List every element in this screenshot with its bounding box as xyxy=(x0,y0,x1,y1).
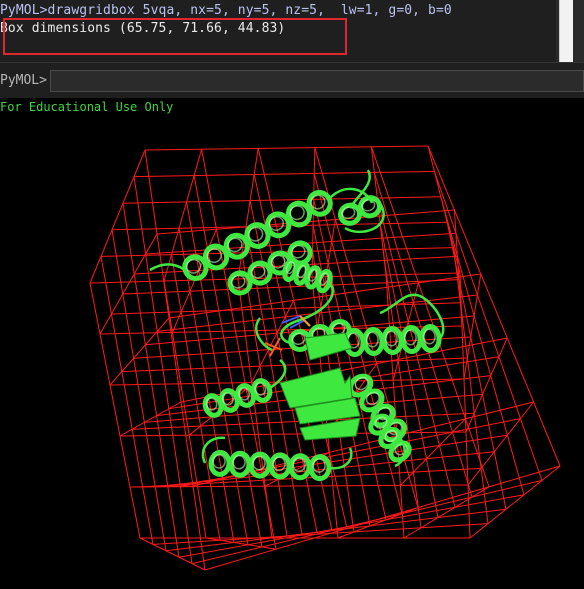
grid-line xyxy=(193,175,263,548)
grid-line xyxy=(133,176,193,564)
grid-box xyxy=(89,145,561,571)
grid-line xyxy=(237,148,259,280)
alpha-helix xyxy=(343,324,442,357)
grid-line xyxy=(205,537,277,550)
molecular-viewport[interactable]: For Educational Use Only xyxy=(0,98,584,589)
console-scrollbar[interactable] xyxy=(556,0,584,62)
grid-line xyxy=(122,196,441,204)
grid-line xyxy=(446,222,507,510)
grid-line xyxy=(111,229,167,551)
grid-line xyxy=(144,145,429,151)
grid-line xyxy=(152,523,489,545)
pymol-window: PyMOL>drawgridbox 5vqa, nx=5, ny=5, nz=5… xyxy=(0,0,584,589)
grid-line xyxy=(337,507,419,539)
grid-line xyxy=(133,170,435,178)
grid-line xyxy=(100,256,154,545)
grid-line xyxy=(382,249,422,528)
grid-line xyxy=(99,233,158,335)
grid-line xyxy=(204,465,561,571)
ligand-bond xyxy=(269,337,281,357)
grid-line xyxy=(163,149,203,282)
grid-line xyxy=(111,302,461,315)
scrollbar-thumb[interactable] xyxy=(559,0,573,62)
grid-line xyxy=(465,337,508,433)
command-input[interactable] xyxy=(50,70,584,92)
prompt-label: PyMOL> xyxy=(0,73,47,88)
grid-line xyxy=(427,145,461,274)
alpha-helix xyxy=(337,195,382,226)
grid-line xyxy=(440,196,525,495)
watermark-text: For Educational Use Only xyxy=(0,100,174,114)
molecule-scene xyxy=(89,145,561,571)
grid-line xyxy=(144,149,206,571)
grid-line xyxy=(89,282,141,539)
console-output-line: Box dimensions (65.75, 71.66, 44.83) xyxy=(0,21,286,36)
console-output-panel: PyMOL>drawgridbox 5vqa, nx=5, ny=5, nz=5… xyxy=(0,0,584,62)
console-command-line: PyMOL>drawgridbox 5vqa, nx=5, ny=5, nz=5… xyxy=(0,3,452,18)
command-prompt-row: PyMOL> xyxy=(0,62,584,98)
